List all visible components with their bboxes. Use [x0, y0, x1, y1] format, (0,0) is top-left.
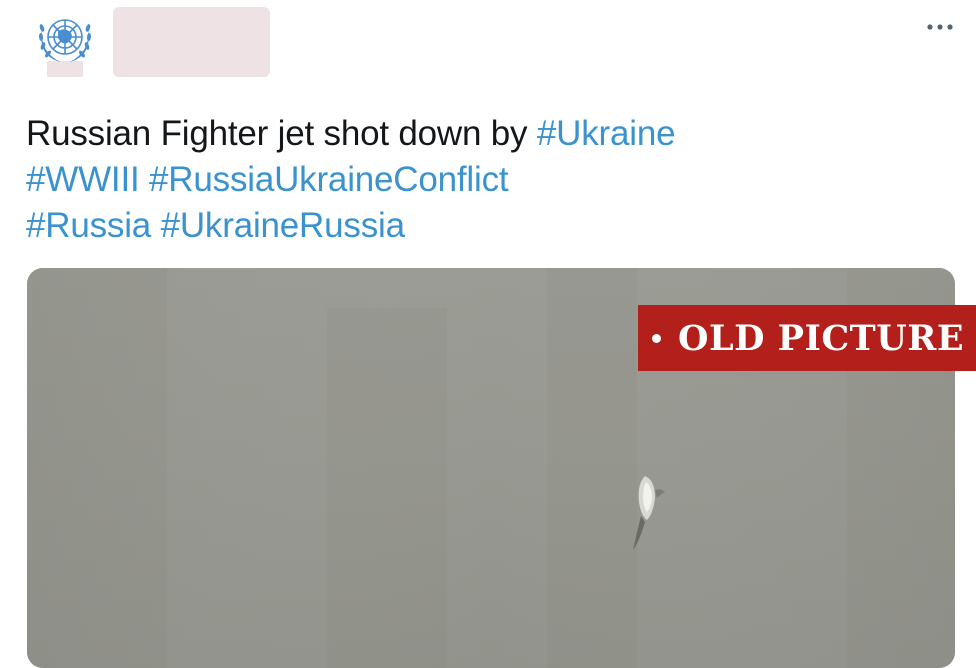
hashtag-link[interactable]: #RussiaUkraineConflict	[149, 160, 509, 199]
old-picture-label: OLD PICTURE	[678, 317, 965, 359]
avatar[interactable]	[34, 8, 96, 78]
tweet-text-line: #Russia #UkraineRussia	[26, 203, 946, 249]
tweet-header	[0, 0, 976, 100]
more-options-button[interactable]	[922, 16, 958, 38]
hashtag-link[interactable]: #Russia	[26, 206, 151, 245]
bullet-icon	[652, 333, 661, 343]
old-picture-badge: OLD PICTURE	[638, 305, 976, 371]
un-emblem-icon	[38, 19, 92, 62]
tweet-text-line: Russian Fighter jet shot down by #Ukrain…	[26, 111, 946, 157]
hashtag-link[interactable]: #Ukraine	[537, 114, 676, 153]
hashtag-link[interactable]: #WWIII	[26, 160, 140, 199]
hashtag-link[interactable]: #UkraineRussia	[161, 206, 405, 245]
author-name-redacted	[113, 7, 270, 77]
more-options-icon	[927, 24, 953, 30]
tweet-text-plain: Russian Fighter jet shot down by	[26, 114, 537, 153]
tweet-text: Russian Fighter jet shot down by #Ukrain…	[26, 111, 946, 249]
tweet-text-line: #WWIII #RussiaUkraineConflict	[26, 157, 946, 203]
